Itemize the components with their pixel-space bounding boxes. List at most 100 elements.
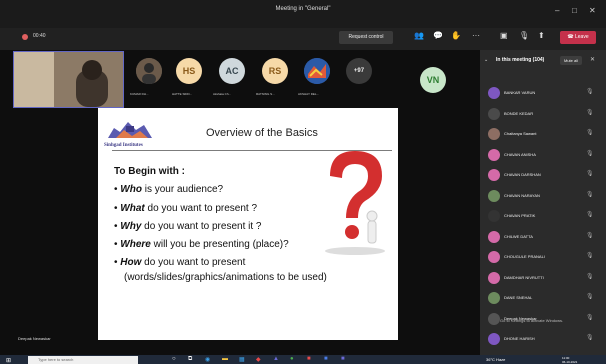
participant-name: CHAVAN NARAYAN bbox=[504, 192, 540, 198]
window-title: Meeting in "General" bbox=[275, 6, 331, 12]
participant-label: RATNING S... bbox=[256, 92, 275, 96]
windows-start-icon[interactable]: ⊞ bbox=[6, 357, 11, 364]
app-icon[interactable]: ■ bbox=[324, 356, 328, 362]
sinhgad-logo bbox=[108, 122, 152, 138]
slide-subheading: To Begin with : bbox=[114, 166, 185, 177]
participant-avatar bbox=[488, 169, 500, 181]
store-icon[interactable]: ▦ bbox=[239, 356, 245, 363]
participant-avatar bbox=[488, 333, 500, 345]
share-icon[interactable]: ⬆ bbox=[538, 31, 545, 40]
participant-row[interactable]: CHAVAN ANISHA 🎙 bbox=[488, 147, 604, 163]
leave-button[interactable]: ☎ Leave bbox=[560, 31, 596, 44]
participant-row[interactable]: DAMDHAR NIVRUTTI 🎙 bbox=[488, 270, 604, 286]
taskbar-clock[interactable]: 11:00 06-10-2021 bbox=[562, 356, 577, 364]
slide-bullet: • Why do you want to present it ? bbox=[114, 221, 262, 232]
question-mark-figure bbox=[325, 151, 385, 255]
logo-text: Sinhgad Institutes bbox=[104, 143, 143, 148]
close-icon[interactable]: ✕ bbox=[589, 6, 596, 15]
participant-avatar bbox=[488, 148, 500, 161]
slide-bullet: • Who is your audience? bbox=[114, 184, 224, 195]
participant-avatar bbox=[488, 230, 500, 243]
participant-label: AKSHAY DEL... bbox=[298, 92, 320, 96]
participant-avatar bbox=[488, 107, 500, 120]
app-icon[interactable]: ● bbox=[290, 356, 294, 362]
participant-row[interactable]: CHILWE DATTA 🎙 bbox=[488, 229, 604, 245]
app-icon[interactable]: ◆ bbox=[256, 356, 261, 363]
participant-name: CHAVAN DARSHAN bbox=[504, 172, 541, 177]
more-options-icon[interactable]: ··· bbox=[472, 31, 480, 40]
participant-avatar bbox=[488, 292, 500, 304]
presenter-name: Deepak Newaskar bbox=[18, 336, 51, 341]
maximize-icon[interactable]: □ bbox=[572, 6, 577, 15]
participant-name: Chaitanya Sawant bbox=[504, 131, 537, 136]
participant-avatar[interactable]: AC bbox=[219, 58, 245, 84]
windows-activation-watermark: Go to Settings to activate Windows. bbox=[500, 318, 564, 323]
mic-muted-icon: 🎙 bbox=[586, 150, 594, 157]
participant-row[interactable]: BONDE KEDAR 🎙 bbox=[488, 106, 604, 122]
participant-avatar bbox=[488, 128, 500, 140]
mic-muted-icon: 🎙 bbox=[586, 89, 594, 95]
participant-row[interactable]: CHOUGULE PRANALI 🎙 bbox=[488, 249, 604, 265]
meeting-timer: 00:40 bbox=[33, 33, 46, 39]
request-control-button[interactable]: Request control bbox=[339, 31, 393, 44]
more-participants-badge[interactable]: +97 bbox=[346, 58, 372, 84]
participant-name: DAMDHAR NIVRUTTI bbox=[504, 274, 544, 280]
participant-row[interactable]: CHAVAN NARAYAN 🎙 bbox=[488, 188, 604, 204]
chat-icon[interactable]: 💬 bbox=[433, 31, 443, 40]
participant-label: Akshata Ch... bbox=[213, 92, 232, 96]
self-video-preview[interactable] bbox=[13, 51, 124, 108]
participant-row[interactable]: DHONE HARISH 🎙 bbox=[488, 331, 604, 347]
meeting-toolbar bbox=[0, 28, 606, 50]
mic-muted-icon: 🎙 bbox=[586, 335, 594, 341]
minimize-icon[interactable]: – bbox=[555, 6, 559, 15]
mic-muted-icon: 🎙 bbox=[586, 273, 594, 280]
cortana-icon[interactable]: ○ bbox=[172, 356, 176, 362]
participant-row[interactable]: CHAVAN PRATIK 🎙 bbox=[488, 208, 604, 224]
participant-avatar[interactable] bbox=[136, 58, 162, 84]
app-icon[interactable]: ■ bbox=[341, 356, 345, 362]
app-icon[interactable]: ■ bbox=[307, 356, 311, 362]
file-explorer-icon[interactable]: ▬ bbox=[222, 356, 228, 362]
mic-icon[interactable]: 🎙 bbox=[519, 31, 529, 40]
mute-all-button[interactable]: Mute all bbox=[560, 56, 582, 65]
participant-name: DANE SNEHAL bbox=[504, 295, 533, 300]
teams-icon[interactable]: ▲ bbox=[273, 356, 279, 362]
reactions-icon[interactable]: ✋ bbox=[451, 31, 461, 40]
slide-bullet: • What do you want to present ? bbox=[114, 203, 258, 214]
participant-avatar[interactable]: HS bbox=[176, 58, 202, 84]
participant-row[interactable]: DANE SNEHAL 🎙 bbox=[488, 290, 604, 306]
participant-name: CHILWE DATTA bbox=[504, 233, 533, 239]
close-panel-icon[interactable]: ✕ bbox=[590, 56, 595, 63]
participant-name: BONDE KEDAR bbox=[504, 110, 534, 116]
participant-avatar[interactable] bbox=[304, 58, 330, 84]
participant-avatar bbox=[488, 312, 500, 325]
participant-row[interactable]: BANKAR VARUN 🎙 bbox=[488, 85, 604, 101]
taskbar-search-input[interactable]: Type here to search bbox=[28, 356, 138, 364]
mic-muted-icon: 🎙 bbox=[586, 109, 594, 116]
mic-muted-icon: 🎙 bbox=[586, 294, 594, 300]
panel-title: In this meeting (104) bbox=[496, 57, 545, 63]
participant-avatar bbox=[488, 189, 500, 202]
mic-muted-icon: 🎙 bbox=[586, 232, 594, 239]
participant-label: KUMAR DH... bbox=[130, 92, 149, 96]
participant-label: HATTE SIDD... bbox=[172, 92, 193, 96]
record-indicator-icon bbox=[22, 34, 28, 40]
mic-muted-icon: 🎙 bbox=[586, 253, 594, 259]
mic-muted-icon: 🎙 bbox=[586, 212, 594, 218]
participant-avatar[interactable]: VN bbox=[420, 67, 446, 93]
mic-muted-icon: 🎙 bbox=[586, 130, 594, 136]
edge-icon[interactable]: ◉ bbox=[205, 356, 210, 363]
mic-muted-icon: 🎙 bbox=[586, 191, 594, 198]
mic-muted-icon: 🎙 bbox=[586, 314, 594, 321]
participant-name: BANKAR VARUN bbox=[504, 90, 536, 95]
participant-row[interactable]: CHAVAN DARSHAN 🎙 bbox=[488, 167, 604, 183]
camera-icon[interactable]: ▣ bbox=[500, 31, 508, 40]
participant-avatar[interactable]: RS bbox=[262, 58, 288, 84]
slide-title: Overview of the Basics bbox=[206, 127, 318, 139]
participant-row[interactable]: Chaitanya Sawant 🎙 bbox=[488, 126, 604, 142]
participant-avatar bbox=[488, 251, 500, 263]
task-view-icon[interactable]: ⧉ bbox=[188, 356, 192, 363]
collapse-icon[interactable]: ⌄ bbox=[484, 57, 488, 63]
weather-widget[interactable]: 36°C Haze bbox=[486, 357, 505, 362]
participants-icon[interactable]: 👥 bbox=[414, 31, 424, 40]
